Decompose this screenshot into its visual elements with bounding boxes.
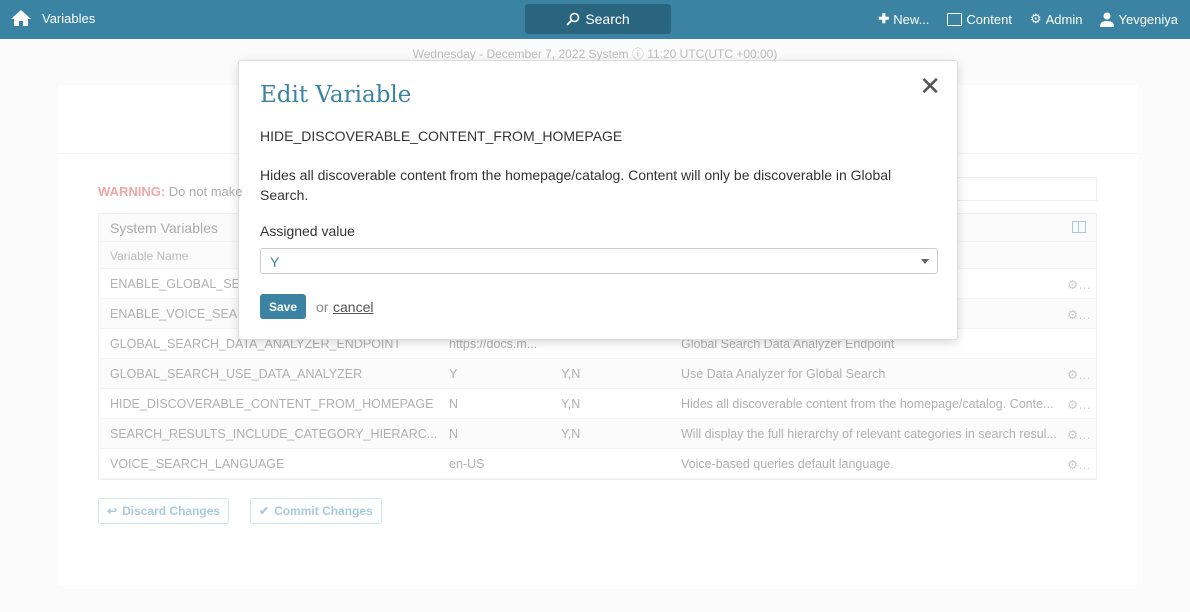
cell-name: HIDE_DISCOVERABLE_CONTENT_FROM_HOMEPAGE xyxy=(110,397,434,411)
search-label: Search xyxy=(585,11,630,27)
check-icon: ✔ xyxy=(259,504,270,518)
gear-icon[interactable]: ⚙… xyxy=(1067,427,1091,442)
search-button[interactable]: Search xyxy=(525,4,671,34)
cell-value: en-US xyxy=(449,457,485,471)
content-menu[interactable]: Content xyxy=(947,12,1012,27)
table-row[interactable]: GLOBAL_SEARCH_USE_DATA_ANALYZER Y Y,N Use D… xyxy=(99,359,1096,389)
variable-name: HIDE_DISCOVERABLE_CONTENT_FROM_HOMEPAGE xyxy=(260,128,623,144)
admin-menu[interactable]: ⚙ Admin xyxy=(1030,11,1083,27)
gear-icon[interactable]: ⚙… xyxy=(1067,457,1091,472)
cell-options: Y,N xyxy=(561,367,581,381)
caption-text: System Variables xyxy=(110,220,218,236)
table-row[interactable]: VOICE_SEARCH_LANGUAGE en-US Voice-based qu… xyxy=(99,449,1096,479)
chevron-down-icon xyxy=(921,259,929,264)
admin-label: Admin xyxy=(1045,11,1083,27)
gear-icon: ⚙ xyxy=(1029,11,1042,26)
cell-name: ENABLE_VOICE_SEAR xyxy=(110,307,247,321)
page-title: Variables xyxy=(42,10,96,26)
warning-text: WARNING: Do not make xyxy=(98,184,243,199)
cell-value: N xyxy=(449,427,459,441)
save-button[interactable]: Save xyxy=(260,294,306,319)
cell-name: GLOBAL_SEARCH_USE_DATA_ANALYZER xyxy=(110,367,363,381)
user-label: Yevgeniya xyxy=(1118,11,1178,27)
cell-name: SEARCH_RESULTS_INCLUDE_CATEGORY_HIERARC.… xyxy=(110,427,438,441)
selected-value: Y xyxy=(270,254,280,270)
content-label: Content xyxy=(966,11,1012,27)
new-label: New... xyxy=(893,11,930,27)
cell-desc: Hides all discoverable content from the … xyxy=(681,397,1054,411)
cell-desc: Use Data Analyzer for Global Search xyxy=(681,367,886,381)
edit-variable-dialog: Edit Variable ✕ HIDE_DISCOVERABLE_CONTEN… xyxy=(238,60,958,340)
cell-options: Y,N xyxy=(561,397,581,411)
or-text: or xyxy=(316,299,329,315)
cell-value: Y xyxy=(449,367,458,381)
undo-icon: ↩ xyxy=(107,504,118,518)
search-icon xyxy=(566,12,580,26)
commit-changes-button[interactable]: ✔ Commit Changes xyxy=(250,498,382,524)
cancel-link[interactable]: cancel xyxy=(333,299,373,315)
cell-value: N xyxy=(449,397,459,411)
gear-icon[interactable]: ⚙… xyxy=(1067,367,1091,382)
new-menu[interactable]: ✚ New... xyxy=(878,11,929,27)
filter-input[interactable] xyxy=(938,177,1097,201)
table-row[interactable]: HIDE_DISCOVERABLE_CONTENT_FROM_HOMEPAGE N… xyxy=(99,389,1096,419)
gear-icon[interactable]: ⚙… xyxy=(1067,397,1091,412)
top-bar: Variables Search ✚ New... Content ⚙ Admin … xyxy=(0,0,1190,39)
close-icon[interactable]: ✕ xyxy=(919,71,941,102)
cell-name: ENABLE_GLOBAL_SEA xyxy=(110,277,249,291)
columns-icon[interactable] xyxy=(1072,221,1086,233)
user-icon xyxy=(1100,12,1115,27)
commit-label: Commit Changes xyxy=(274,504,373,518)
plus-icon: ✚ xyxy=(878,11,890,26)
cell-name: VOICE_SEARCH_LANGUAGE xyxy=(110,457,285,471)
home-link[interactable]: Variables xyxy=(10,9,95,27)
gear-icon[interactable]: ⚙… xyxy=(1067,307,1091,322)
cell-options: Y,N xyxy=(561,427,581,441)
cell-desc: Voice-based queries default language. xyxy=(681,457,894,471)
warning-message: Do not make xyxy=(168,184,243,199)
cell-desc: Will display the full hierarchy of relev… xyxy=(681,427,1057,441)
dialog-title: Edit Variable xyxy=(260,82,412,108)
assigned-value-select[interactable]: Y xyxy=(260,248,938,274)
discard-changes-button[interactable]: ↩ Discard Changes xyxy=(98,498,230,524)
home-icon xyxy=(11,10,31,26)
assigned-value-label: Assigned value xyxy=(260,223,355,239)
table-row[interactable]: SEARCH_RESULTS_INCLUDE_CATEGORY_HIERARC.… xyxy=(99,419,1096,449)
user-menu[interactable]: Yevgeniya xyxy=(1100,12,1178,27)
folder-icon xyxy=(947,12,963,26)
discard-label: Discard Changes xyxy=(122,504,221,518)
variable-description: Hides all discoverable content from the … xyxy=(260,167,892,203)
gear-icon[interactable]: ⚙… xyxy=(1067,277,1091,292)
warning-label: WARNING: xyxy=(98,184,166,199)
